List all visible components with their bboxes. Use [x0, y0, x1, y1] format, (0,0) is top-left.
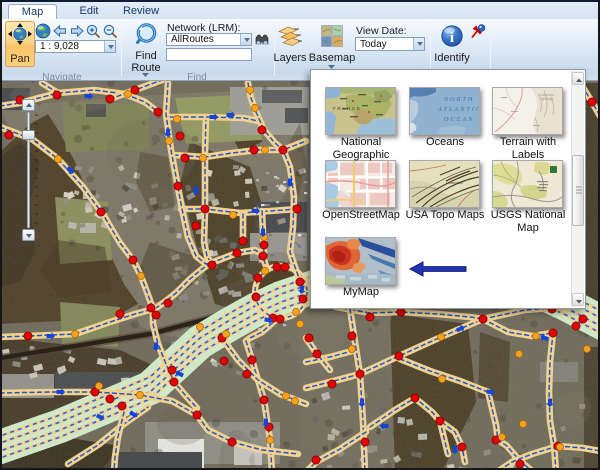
svg-text:FRANCE: FRANCE [333, 106, 362, 111]
svg-text:ATLANTIC: ATLANTIC [437, 106, 479, 113]
svg-text:Springs: Springs [541, 97, 553, 101]
svg-text:NORTH: NORTH [443, 96, 474, 103]
svg-text:Lovingston: Lovingston [446, 181, 463, 185]
svg-text:OCEAN: OCEAN [444, 116, 474, 123]
svg-text:i: i [450, 30, 454, 46]
